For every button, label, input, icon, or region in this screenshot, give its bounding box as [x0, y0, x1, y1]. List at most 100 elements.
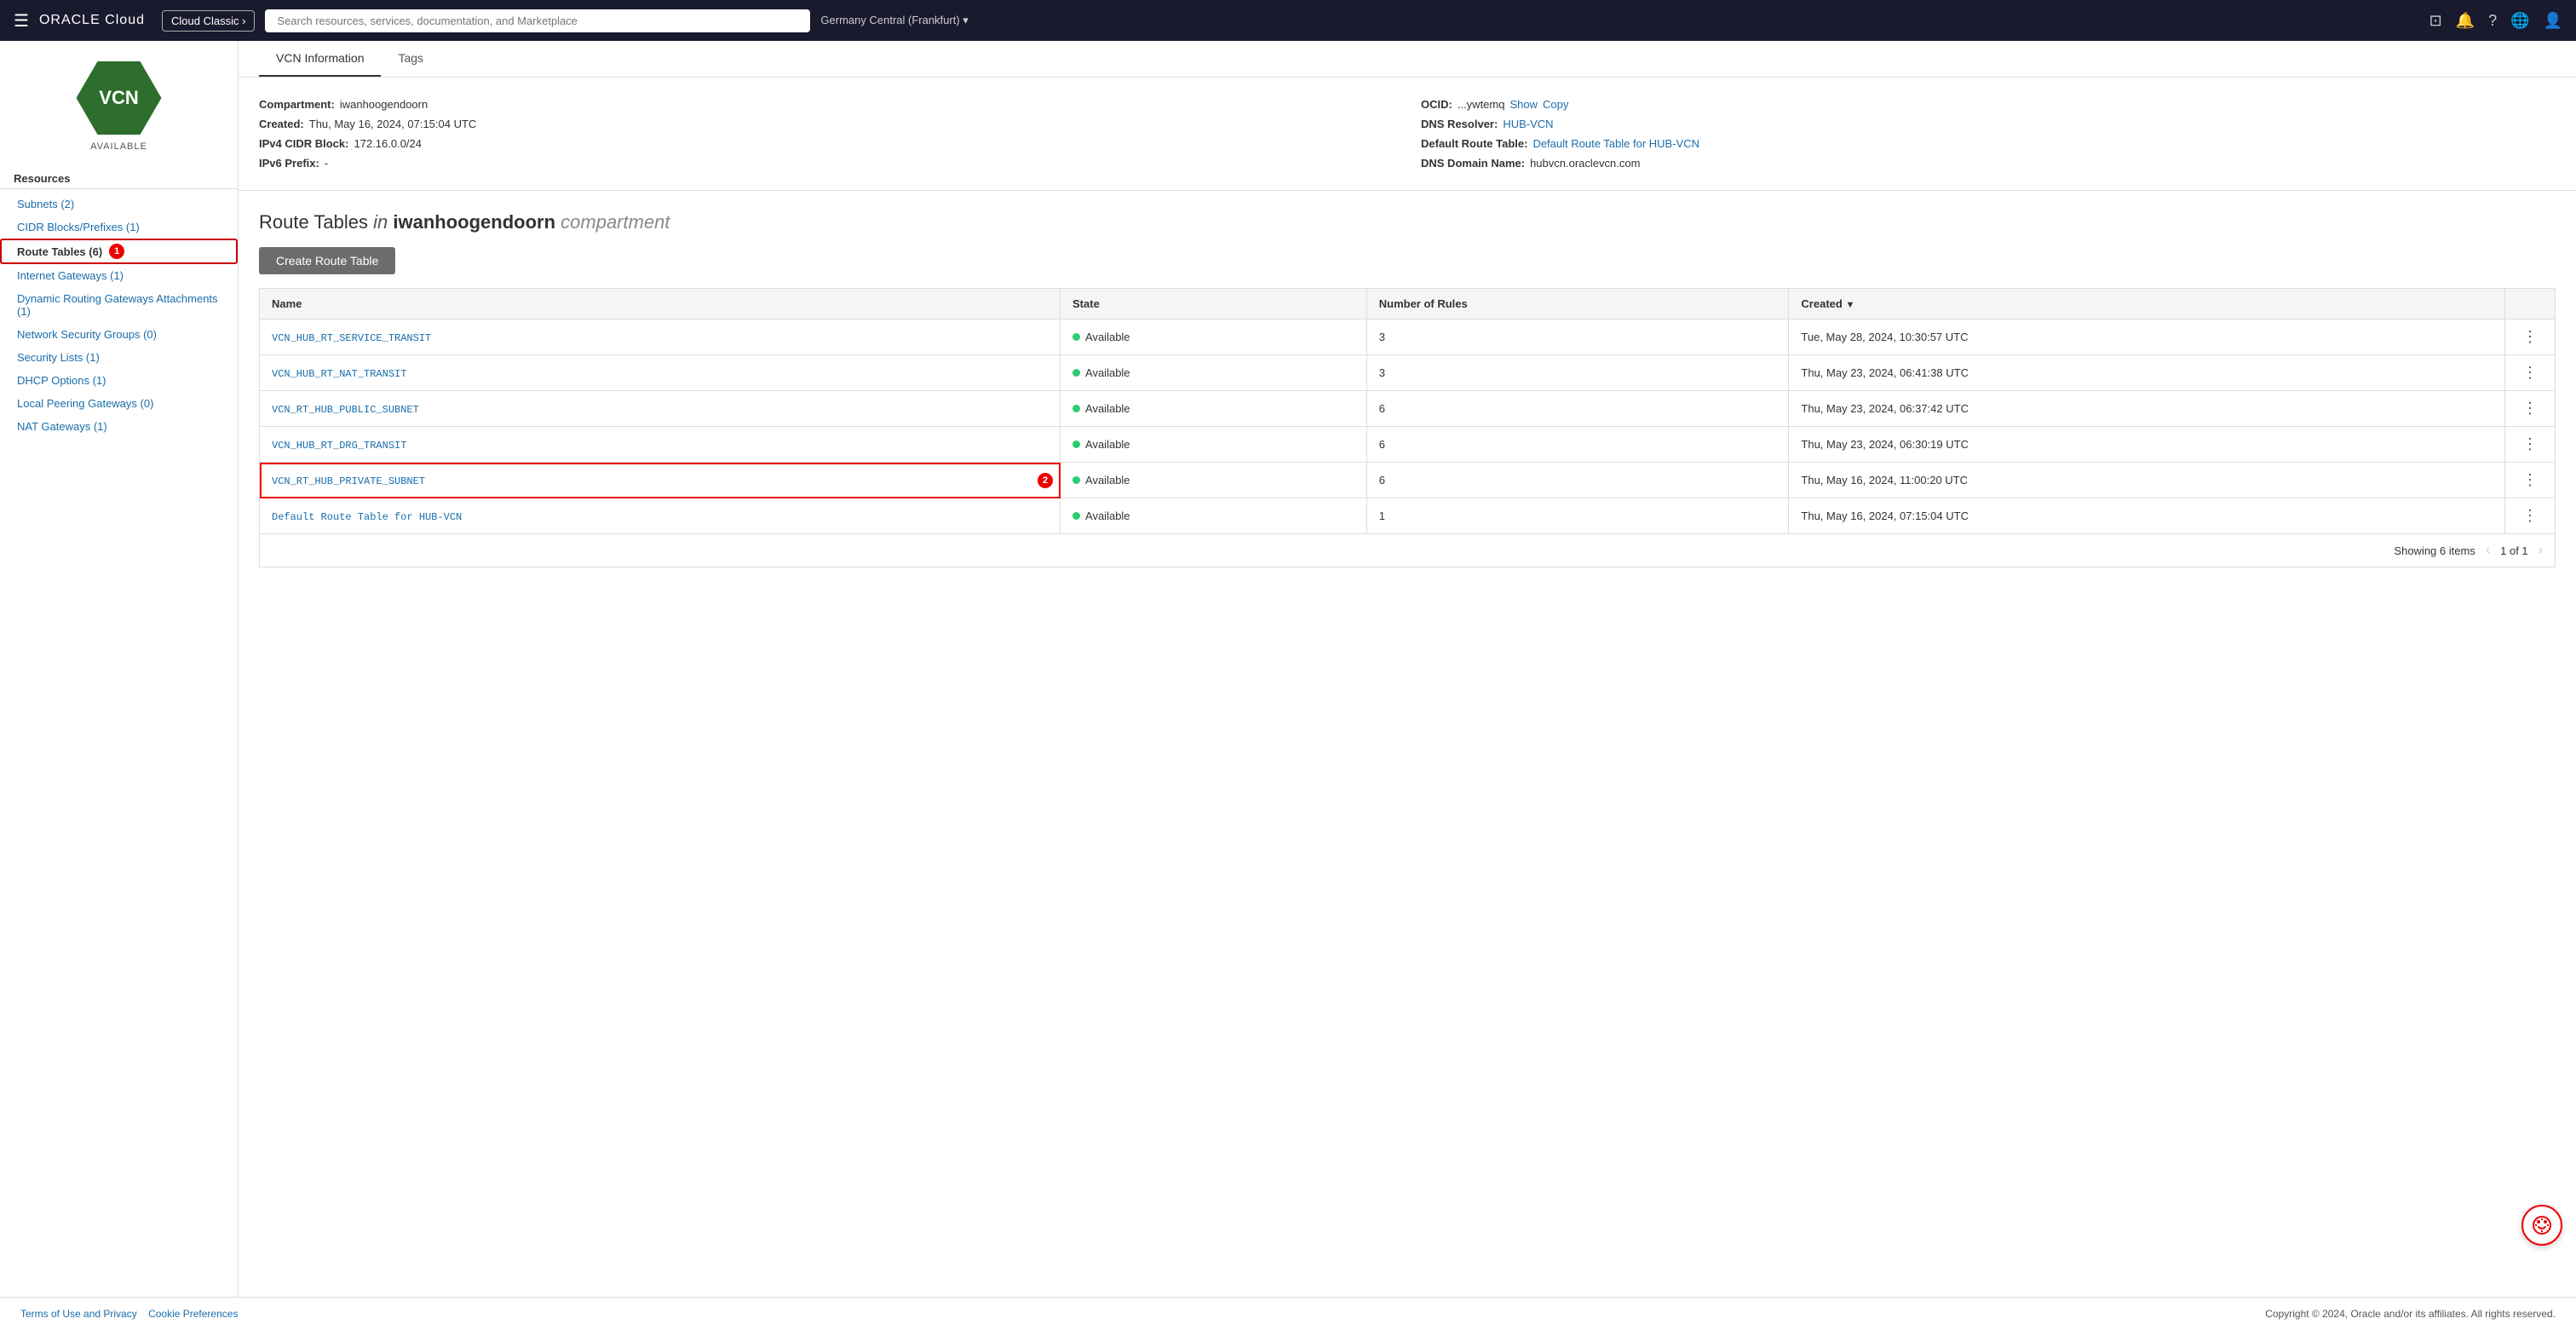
sidebar-item-cidr[interactable]: CIDR Blocks/Prefixes (1) — [0, 216, 238, 239]
vcn-tabs: VCN InformationTags — [239, 41, 2576, 78]
state-value: Available — [1085, 474, 1130, 487]
top-nav: ☰ ORACLE Cloud Cloud Classic › Germany C… — [0, 0, 2576, 41]
rules-cell: 3 — [1366, 355, 1789, 391]
info-label: IPv6 Prefix: — [259, 157, 319, 170]
tab-tags[interactable]: Tags — [381, 41, 440, 77]
vcn-info-row: DNS Domain Name: hubvcn.oraclevcn.com — [1421, 153, 2556, 173]
route-table-link[interactable]: Default Route Table for HUB-VCN — [272, 511, 462, 523]
route-tables-table: NameStateNumber of RulesCreated ▼ VCN_HU… — [259, 288, 2556, 534]
status-dot — [1072, 440, 1080, 448]
info-action-copy[interactable]: Copy — [1543, 98, 1568, 111]
sidebar-item-label-security-lists: Security Lists (1) — [17, 351, 100, 364]
sidebar-item-subnets[interactable]: Subnets (2) — [0, 193, 238, 216]
info-label: DNS Domain Name: — [1421, 157, 1525, 170]
created-cell: Thu, May 23, 2024, 06:41:38 UTC — [1789, 355, 2505, 391]
cookie-link[interactable]: Cookie Preferences — [148, 1308, 238, 1320]
sidebar-item-label-route-tables: Route Tables (6) — [17, 245, 102, 258]
sidebar-item-internet-gateways[interactable]: Internet Gateways (1) — [0, 264, 238, 287]
sidebar-item-lpg[interactable]: Local Peering Gateways (0) — [0, 392, 238, 415]
globe-icon[interactable]: 🌐 — [2510, 12, 2529, 30]
route-table-link[interactable]: VCN_HUB_RT_NAT_TRANSIT — [272, 368, 406, 380]
created-cell: Thu, May 23, 2024, 06:37:42 UTC — [1789, 391, 2505, 427]
table-row: VCN_RT_HUB_PUBLIC_SUBNETAvailable6Thu, M… — [260, 391, 2556, 427]
row-context-menu[interactable]: ⋮ — [2517, 326, 2543, 347]
prev-page-button[interactable]: ‹ — [2486, 543, 2490, 558]
row-context-menu[interactable]: ⋮ — [2517, 505, 2543, 526]
oracle-logo: ORACLE Cloud — [39, 13, 145, 28]
help-icon[interactable]: ? — [2488, 12, 2497, 30]
status-dot — [1072, 512, 1080, 520]
info-link-value[interactable]: Default Route Table for HUB-VCN — [1532, 137, 1699, 150]
info-label: DNS Resolver: — [1421, 118, 1498, 130]
row-context-menu[interactable]: ⋮ — [2517, 398, 2543, 418]
region-selector[interactable]: Germany Central (Frankfurt) ▾ — [820, 14, 968, 27]
state-value: Available — [1085, 510, 1130, 522]
table-row: Default Route Table for HUB-VCN Available… — [260, 498, 2556, 534]
route-table-link[interactable]: VCN_RT_HUB_PRIVATE_SUBNET — [272, 475, 425, 487]
state-value: Available — [1085, 438, 1130, 451]
sidebar-item-label-internet-gateways: Internet Gateways (1) — [17, 269, 124, 282]
state-value: Available — [1085, 366, 1130, 379]
rules-cell: 6 — [1366, 427, 1789, 463]
state-cell: Available — [1061, 498, 1367, 534]
sidebar-item-nsg[interactable]: Network Security Groups (0) — [0, 323, 238, 346]
console-icon[interactable]: ⊡ — [2429, 12, 2442, 30]
column-header-created[interactable]: Created ▼ — [1789, 289, 2505, 320]
sidebar-item-label-dhcp: DHCP Options (1) — [17, 374, 106, 387]
row-actions-cell: ⋮ — [2505, 498, 2556, 534]
vcn-info-row: Default Route Table: Default Route Table… — [1421, 134, 2556, 153]
state-cell: Available — [1061, 427, 1367, 463]
info-value: 172.16.0.0/24 — [354, 137, 422, 150]
row-badge: 2 — [1038, 473, 1053, 488]
route-table-link[interactable]: VCN_RT_HUB_PUBLIC_SUBNET — [272, 404, 419, 416]
sidebar-item-dhcp[interactable]: DHCP Options (1) — [0, 369, 238, 392]
terms-link[interactable]: Terms of Use and Privacy — [20, 1308, 137, 1320]
row-context-menu[interactable]: ⋮ — [2517, 469, 2543, 490]
sidebar-item-label-lpg: Local Peering Gateways (0) — [17, 397, 153, 410]
column-header-name[interactable]: Name — [260, 289, 1061, 320]
row-context-menu[interactable]: ⋮ — [2517, 434, 2543, 454]
sidebar-item-nat[interactable]: NAT Gateways (1) — [0, 415, 238, 438]
sidebar-item-label-drg: Dynamic Routing Gateways Attachments (1) — [17, 292, 218, 318]
next-page-button[interactable]: › — [2539, 543, 2543, 558]
state-cell: Available — [1061, 391, 1367, 427]
row-actions-cell: ⋮ — [2505, 320, 2556, 355]
hamburger-icon[interactable]: ☰ — [14, 10, 29, 32]
help-widget[interactable] — [2521, 1205, 2562, 1246]
sidebar-item-label-cidr: CIDR Blocks/Prefixes (1) — [17, 221, 140, 233]
tab-vcn-information[interactable]: VCN Information — [259, 41, 381, 77]
status-dot — [1072, 405, 1080, 412]
vcn-logo-area: VCN AVAILABLE — [0, 55, 238, 165]
section-title: Route Tables in iwanhoogendoorn compartm… — [259, 211, 2556, 233]
info-label: OCID: — [1421, 98, 1452, 111]
info-link-value[interactable]: HUB-VCN — [1503, 118, 1553, 130]
row-context-menu[interactable]: ⋮ — [2517, 362, 2543, 383]
table-footer: Showing 6 items ‹ 1 of 1 › — [259, 534, 2556, 567]
column-header-number-of-rules[interactable]: Number of Rules — [1366, 289, 1789, 320]
column-header-state[interactable]: State — [1061, 289, 1367, 320]
table-row: VCN_HUB_RT_SERVICE_TRANSITAvailable3Tue,… — [260, 320, 2556, 355]
state-value: Available — [1085, 331, 1130, 343]
sidebar-item-security-lists[interactable]: Security Lists (1) — [0, 346, 238, 369]
status-dot — [1072, 369, 1080, 377]
footer-copyright: Copyright © 2024, Oracle and/or its affi… — [2265, 1308, 2556, 1320]
sidebar-item-route-tables[interactable]: Route Tables (6)1 — [0, 239, 238, 264]
info-label: IPv4 CIDR Block: — [259, 137, 348, 150]
sidebar-item-drg[interactable]: Dynamic Routing Gateways Attachments (1) — [0, 287, 238, 323]
status-dot — [1072, 333, 1080, 341]
user-icon[interactable]: 👤 — [2544, 12, 2562, 30]
route-table-link[interactable]: VCN_HUB_RT_SERVICE_TRANSIT — [272, 332, 431, 344]
info-value: hubvcn.oraclevcn.com — [1530, 157, 1640, 170]
search-input[interactable] — [265, 9, 810, 32]
info-action-show[interactable]: Show — [1509, 98, 1538, 111]
route-table-link[interactable]: VCN_HUB_RT_DRG_TRANSIT — [272, 440, 406, 452]
vcn-info-row: IPv6 Prefix: - — [259, 153, 1394, 173]
sidebar-item-label-subnets: Subnets (2) — [17, 198, 74, 210]
cloud-classic-button[interactable]: Cloud Classic › — [162, 10, 255, 32]
vcn-info-row: Created: Thu, May 16, 2024, 07:15:04 UTC — [259, 114, 1394, 134]
table-row: VCN_RT_HUB_PRIVATE_SUBNET2Available6Thu,… — [260, 463, 2556, 498]
sidebar-links: Subnets (2) CIDR Blocks/Prefixes (1) Route… — [0, 193, 238, 438]
create-route-table-button[interactable]: Create Route Table — [259, 247, 395, 274]
bell-icon[interactable]: 🔔 — [2456, 12, 2475, 30]
resources-section-title: Resources — [0, 165, 238, 189]
